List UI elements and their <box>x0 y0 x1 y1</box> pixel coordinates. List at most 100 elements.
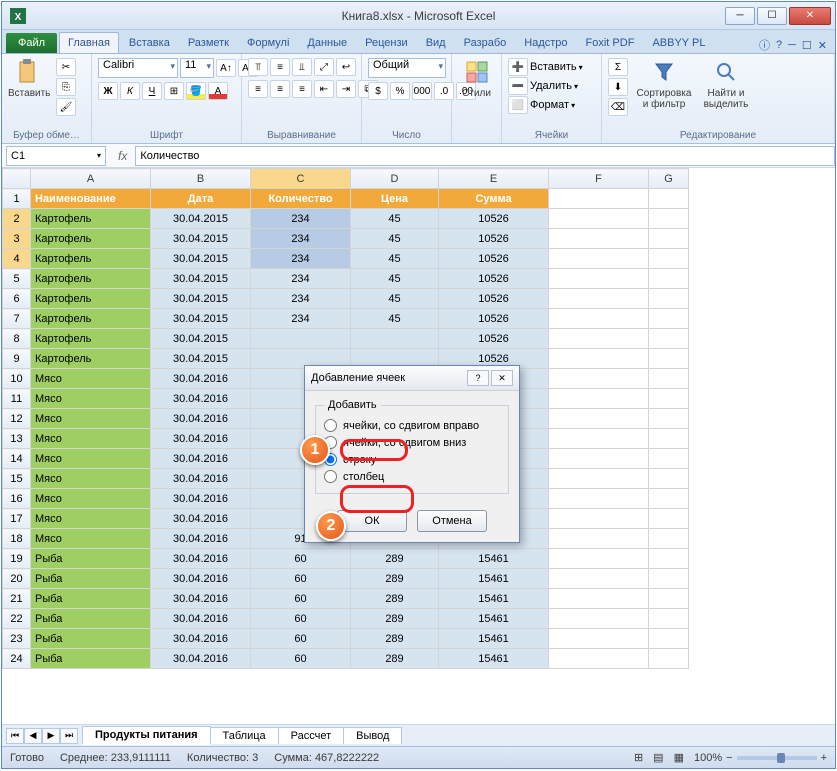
cell[interactable] <box>649 429 689 449</box>
indent-inc-icon[interactable]: ⇥ <box>336 80 356 98</box>
cell[interactable]: 30.04.2015 <box>151 209 251 229</box>
doc-close-icon[interactable]: ✕ <box>818 39 827 52</box>
cell[interactable]: 289 <box>351 549 439 569</box>
cell[interactable]: 15461 <box>439 629 549 649</box>
tab-insert[interactable]: Вставка <box>121 33 178 53</box>
cell[interactable] <box>649 449 689 469</box>
cell[interactable]: 45 <box>351 229 439 249</box>
row-header[interactable]: 3 <box>3 229 31 249</box>
cell[interactable]: 30.04.2016 <box>151 469 251 489</box>
cell[interactable] <box>549 529 649 549</box>
cell[interactable]: Рыба <box>31 649 151 669</box>
cell[interactable]: Картофель <box>31 289 151 309</box>
row-header[interactable]: 22 <box>3 609 31 629</box>
row-header[interactable]: 1 <box>3 189 31 209</box>
tab-home[interactable]: Главная <box>59 32 119 53</box>
cell[interactable] <box>549 309 649 329</box>
styles-button[interactable]: Стили <box>458 58 495 99</box>
sheet-nav-first-icon[interactable]: ⏮ <box>6 728 24 744</box>
cell[interactable]: 234 <box>251 249 351 269</box>
sheet-tab[interactable]: Таблица <box>210 727 279 744</box>
column-header[interactable]: C <box>251 169 351 189</box>
cell[interactable] <box>649 389 689 409</box>
find-select-button[interactable]: Найти и выделить <box>700 58 752 110</box>
align-right-icon[interactable]: ≡ <box>292 80 312 98</box>
tab-abbyy[interactable]: ABBYY PL <box>644 33 713 53</box>
header-cell[interactable] <box>649 189 689 209</box>
cell[interactable]: 289 <box>351 589 439 609</box>
tab-formulas[interactable]: Формулі <box>239 33 297 53</box>
cell[interactable]: 15461 <box>439 609 549 629</box>
cell[interactable] <box>549 629 649 649</box>
cell[interactable] <box>649 369 689 389</box>
cell[interactable]: Мясо <box>31 369 151 389</box>
tab-developer[interactable]: Разрабо <box>456 33 515 53</box>
cell[interactable]: 30.04.2015 <box>151 249 251 269</box>
cell[interactable]: 60 <box>251 649 351 669</box>
cell[interactable]: 15461 <box>439 589 549 609</box>
cell[interactable]: 30.04.2016 <box>151 369 251 389</box>
header-cell[interactable] <box>549 189 649 209</box>
cell[interactable] <box>351 329 439 349</box>
cell[interactable] <box>549 589 649 609</box>
minimize-button[interactable]: ─ <box>725 7 755 25</box>
row-header[interactable]: 5 <box>3 269 31 289</box>
tab-view[interactable]: Вид <box>418 33 454 53</box>
cell[interactable]: 45 <box>351 309 439 329</box>
ok-button[interactable]: ОК <box>337 510 407 532</box>
cell[interactable]: Картофель <box>31 329 151 349</box>
sheet-tab[interactable]: Рассчет <box>278 727 345 744</box>
column-header[interactable]: B <box>151 169 251 189</box>
row-header[interactable]: 10 <box>3 369 31 389</box>
cell[interactable]: 60 <box>251 629 351 649</box>
row-header[interactable]: 7 <box>3 309 31 329</box>
column-header[interactable]: F <box>549 169 649 189</box>
tab-data[interactable]: Данные <box>299 33 355 53</box>
tab-review[interactable]: Рецензи <box>357 33 416 53</box>
header-cell[interactable]: Наименование <box>31 189 151 209</box>
header-cell[interactable]: Количество <box>251 189 351 209</box>
cell[interactable]: Мясо <box>31 429 151 449</box>
name-box[interactable]: C1▾ <box>6 146 106 166</box>
cell[interactable] <box>549 449 649 469</box>
tab-addins[interactable]: Надстро <box>516 33 575 53</box>
wrap-text-icon[interactable]: ↩ <box>336 58 356 76</box>
cell[interactable]: 60 <box>251 589 351 609</box>
row-header[interactable]: 20 <box>3 569 31 589</box>
row-header[interactable]: 17 <box>3 509 31 529</box>
cell[interactable]: 234 <box>251 309 351 329</box>
zoom-in-button[interactable]: + <box>821 752 827 764</box>
radio-entire-col[interactable]: столбец <box>324 468 500 485</box>
cell[interactable]: Мясо <box>31 409 151 429</box>
radio-shift-down[interactable]: ячейки, со сдвигом вниз <box>324 434 500 451</box>
align-center-icon[interactable]: ≡ <box>270 80 290 98</box>
column-header[interactable]: A <box>31 169 151 189</box>
cell[interactable]: 30.04.2015 <box>151 329 251 349</box>
zoom-slider[interactable] <box>737 756 817 760</box>
cell[interactable]: 45 <box>351 209 439 229</box>
cell[interactable]: 10526 <box>439 329 549 349</box>
cell[interactable] <box>549 269 649 289</box>
cell[interactable] <box>649 649 689 669</box>
cell[interactable]: Рыба <box>31 609 151 629</box>
cell[interactable] <box>549 389 649 409</box>
align-top-icon[interactable]: ⫪ <box>248 58 268 76</box>
row-header[interactable]: 4 <box>3 249 31 269</box>
cell[interactable] <box>549 209 649 229</box>
close-button[interactable]: ✕ <box>789 7 831 25</box>
cell[interactable] <box>549 489 649 509</box>
cell[interactable]: Мясо <box>31 529 151 549</box>
maximize-button[interactable]: ☐ <box>757 7 787 25</box>
view-layout-icon[interactable]: ▤ <box>653 751 663 764</box>
header-cell[interactable]: Сумма <box>439 189 549 209</box>
cell[interactable] <box>549 569 649 589</box>
align-left-icon[interactable]: ≡ <box>248 80 268 98</box>
clear-icon[interactable]: ⌫ <box>608 98 628 116</box>
cell[interactable]: 10526 <box>439 269 549 289</box>
cell[interactable]: 10526 <box>439 309 549 329</box>
cell[interactable] <box>649 229 689 249</box>
zoom-out-button[interactable]: − <box>726 752 732 764</box>
cell[interactable] <box>549 649 649 669</box>
sheet-nav-prev-icon[interactable]: ◀ <box>24 728 42 744</box>
cell[interactable]: Рыба <box>31 549 151 569</box>
